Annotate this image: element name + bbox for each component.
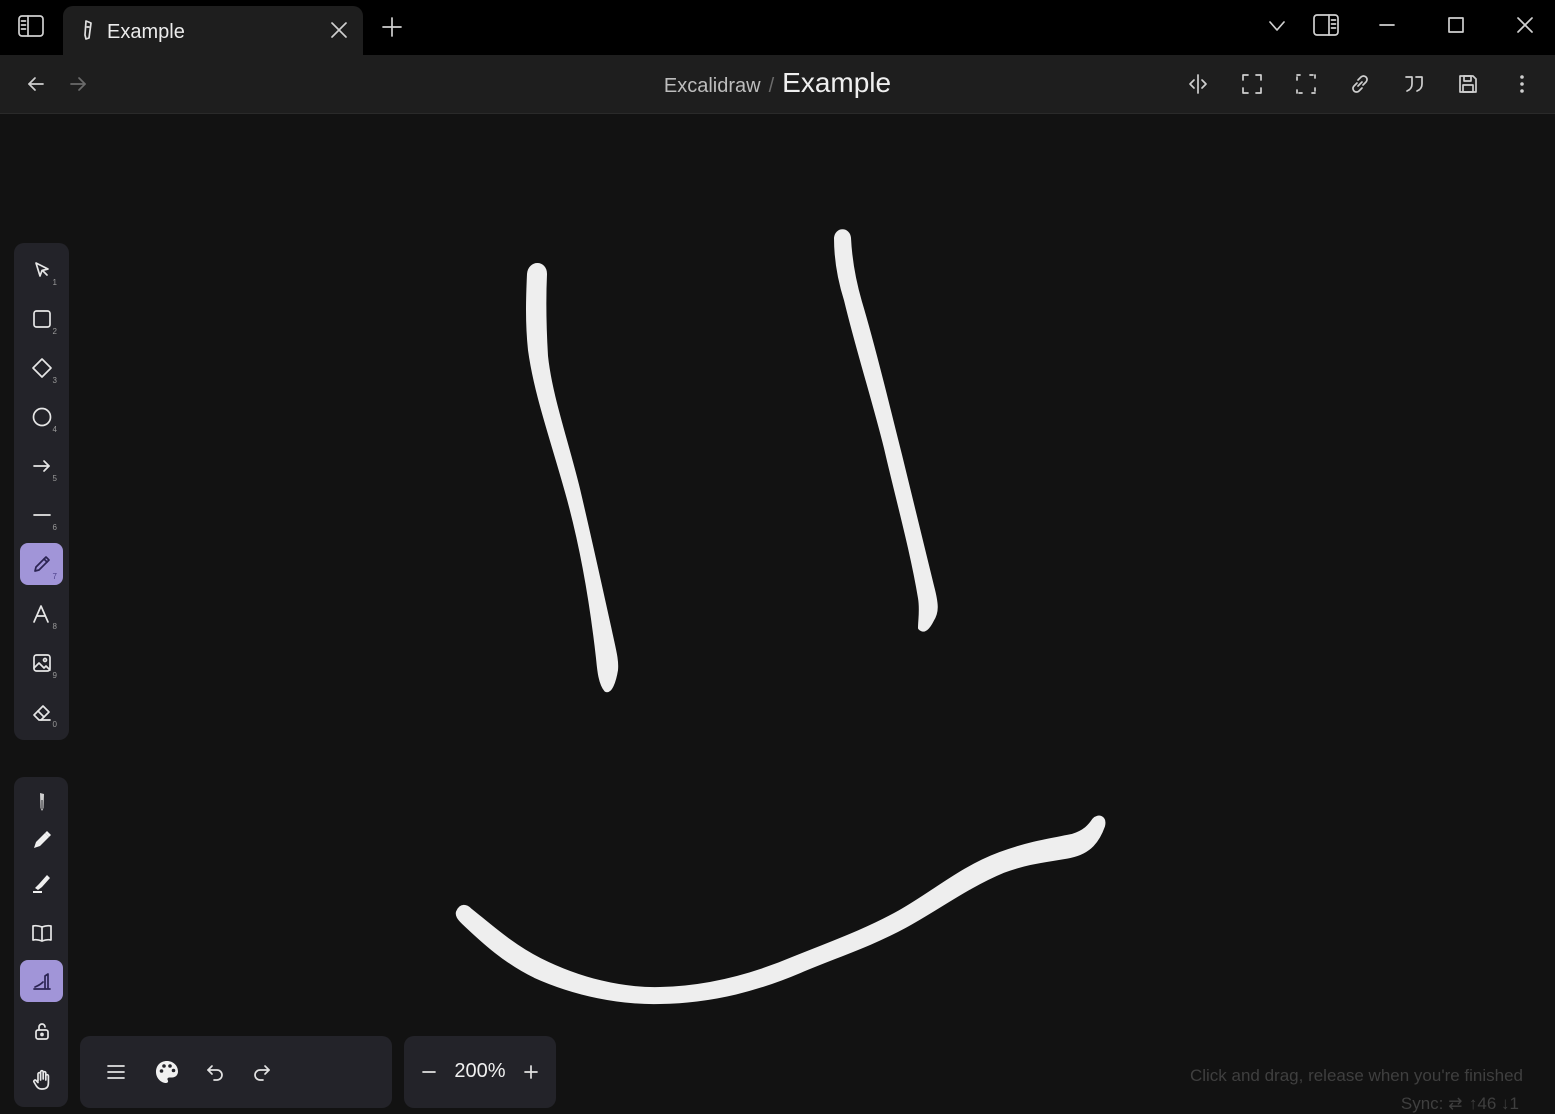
line-icon <box>32 514 51 516</box>
image-icon <box>32 654 51 672</box>
draw-tool[interactable]: 7 <box>20 543 63 585</box>
zoom-out-icon[interactable] <box>415 1058 443 1086</box>
split-view-icon[interactable] <box>1184 70 1212 98</box>
rectangle-tool[interactable]: 2 <box>20 298 63 340</box>
right-sidebar-toggle-icon[interactable] <box>1311 11 1341 39</box>
save-icon[interactable] <box>1454 70 1482 98</box>
ellipse-tool[interactable]: 4 <box>20 396 63 438</box>
title-bar: Example <box>0 0 1555 55</box>
line-tool[interactable]: 6 <box>20 494 63 536</box>
redo-icon[interactable] <box>248 1058 276 1086</box>
excalidraw-pencil-icon <box>81 19 95 41</box>
close-window-icon[interactable] <box>1512 12 1538 38</box>
sync-icon: ⇄ <box>1448 1094 1463 1113</box>
freehand-stroke-left-eye[interactable] <box>526 263 619 693</box>
highlighter-icon[interactable] <box>20 862 63 904</box>
hand-icon[interactable] <box>20 1059 63 1101</box>
fullscreen-icon[interactable] <box>1238 70 1266 98</box>
view-header: Excalidraw / Example <box>0 55 1555 114</box>
pencil-icon <box>33 556 50 572</box>
tool-hint: Click and drag, release when you're fini… <box>1189 1066 1523 1085</box>
more-options-icon[interactable] <box>1508 70 1536 98</box>
selection-tool[interactable]: 1 <box>20 249 63 291</box>
eraser-tool[interactable]: 0 <box>20 691 63 733</box>
marker-glyph <box>33 831 51 848</box>
rectangle-icon <box>32 310 51 328</box>
image-tool[interactable]: 9 <box>20 642 63 684</box>
link-icon[interactable] <box>1346 70 1374 98</box>
tab-title: Example <box>107 21 185 43</box>
pens-toolbar <box>14 777 68 1107</box>
zen-mode-icon[interactable] <box>1292 70 1320 98</box>
page-title[interactable]: Example <box>782 67 891 98</box>
minimize-icon[interactable] <box>1374 12 1400 38</box>
tab-list-chevron-icon[interactable] <box>1264 12 1290 40</box>
drawing-canvas[interactable] <box>0 114 1555 1114</box>
quote-icon[interactable] <box>1400 70 1428 98</box>
undo-icon[interactable] <box>201 1058 229 1086</box>
close-tab-icon[interactable] <box>327 18 351 42</box>
fountain-pen-glyph <box>39 793 44 811</box>
menu-hamburger-icon[interactable] <box>102 1058 130 1086</box>
diamond-icon <box>31 358 52 378</box>
arrow-tool[interactable]: 5 <box>20 445 63 487</box>
sync-label: Sync: <box>1400 1094 1444 1113</box>
arrow-icon <box>32 460 50 472</box>
eraser-icon <box>32 705 51 721</box>
library-book-icon[interactable] <box>20 912 63 954</box>
marker-pen-icon[interactable] <box>20 819 63 861</box>
text-tool[interactable]: 8 <box>20 593 63 635</box>
custom-pen-icon[interactable] <box>20 960 63 1002</box>
freehand-stroke-right-eye[interactable] <box>834 229 938 632</box>
zoom-control: 200% <box>404 1036 556 1108</box>
breadcrumb-parent[interactable]: Excalidraw <box>664 75 761 97</box>
bottom-actions-bar <box>80 1036 392 1108</box>
breadcrumb: Excalidraw / Example <box>0 67 1555 99</box>
breadcrumb-separator: / <box>768 75 775 97</box>
freehand-stroke-smile[interactable] <box>455 815 1106 1005</box>
fountain-pen-icon[interactable] <box>20 781 63 823</box>
palette-icon[interactable] <box>153 1058 181 1086</box>
zoom-level[interactable]: 200% <box>448 1060 512 1083</box>
text-icon <box>32 605 49 623</box>
lock-icon[interactable] <box>20 1010 63 1052</box>
pointer-icon <box>34 262 49 277</box>
tab-example[interactable]: Example <box>63 6 363 55</box>
zoom-in-icon[interactable] <box>517 1058 545 1086</box>
ellipse-icon <box>32 407 51 427</box>
maximize-icon[interactable] <box>1443 12 1469 38</box>
sync-status: Sync: ⇄ ↑46 ↓1 <box>1401 1094 1519 1114</box>
sync-download-count: ↓1 <box>1501 1094 1519 1113</box>
new-tab-icon[interactable] <box>378 13 406 41</box>
shapes-toolbar: 1 2 3 4 5 6 7 8 9 0 <box>14 243 69 740</box>
sync-upload-count: ↑46 <box>1468 1094 1497 1113</box>
diamond-tool[interactable]: 3 <box>20 347 63 389</box>
highlighter-glyph <box>32 875 50 893</box>
sidebar-toggle-icon[interactable] <box>16 12 46 40</box>
